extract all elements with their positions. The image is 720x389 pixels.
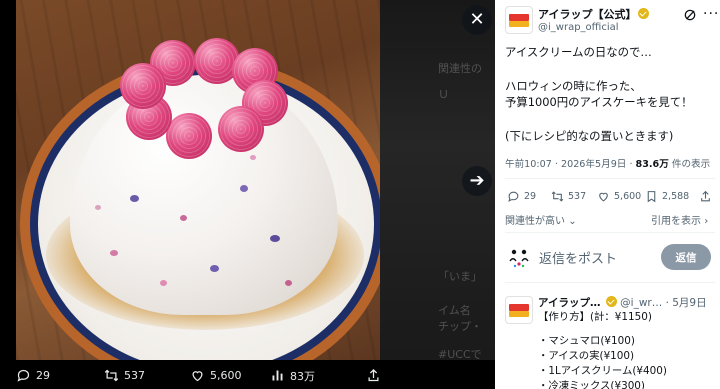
- close-viewer-button[interactable]: ✕: [462, 5, 492, 35]
- retweet-button[interactable]: 537: [551, 190, 586, 203]
- sort-relevance-dropdown[interactable]: 関連性が高い ⌄: [505, 212, 577, 227]
- sort-relevance-label: 関連性が高い: [505, 216, 565, 227]
- views-icon: [272, 370, 283, 381]
- reply-icon: [508, 191, 519, 202]
- marshmallow-6: [166, 113, 212, 159]
- reply-icon: [17, 369, 30, 382]
- viewer-share-button[interactable]: [366, 368, 381, 383]
- bookmark-button[interactable]: 2,588: [645, 190, 689, 203]
- like-count: 5,600: [614, 191, 642, 202]
- post-author-row: アイラップ【公式】 @i_wrap_official ···: [505, 4, 718, 40]
- reply-composer: 返信をポスト 返信: [505, 244, 715, 270]
- marshmallow-5: [218, 106, 264, 152]
- arrow-right-icon: ➔: [469, 170, 485, 191]
- viewer-action-bar: 29 537 5,600 83万: [0, 362, 495, 389]
- divider: [505, 282, 715, 283]
- retweet-icon: [104, 369, 119, 382]
- author-avatar[interactable]: [505, 6, 533, 34]
- user-avatar[interactable]: [507, 245, 531, 269]
- ice-cream-cake-photo[interactable]: [16, 0, 380, 360]
- reply-line-2: ・マシュマロ(¥100): [538, 335, 635, 347]
- reply-count: 29: [524, 191, 537, 202]
- post-view-count: 83.6万: [635, 159, 669, 170]
- reply-line-1: 【作り方】(計：¥1150): [538, 311, 652, 323]
- ghost-text-5: チップ・: [438, 320, 482, 333]
- close-icon: ✕: [469, 9, 485, 30]
- chevron-right-icon: ›: [704, 216, 709, 227]
- reply-line-4: ・1Lアイスクリーム(¥400): [538, 365, 667, 377]
- heart-icon: [599, 192, 608, 202]
- reply-item[interactable]: アイラップ… @i_wr… · 5月9日 【作り方】(計：¥1150) ・マシュ…: [505, 292, 715, 389]
- reply-author-row: アイラップ… @i_wr… · 5月9日: [538, 295, 707, 310]
- author-handle[interactable]: @i_wrap_official: [538, 22, 619, 33]
- divider: [505, 178, 715, 179]
- ghost-text-1: 関連性の: [438, 62, 482, 75]
- share-icon: [368, 368, 379, 382]
- reply-button[interactable]: 29: [507, 190, 536, 203]
- post-view-suffix: 件の表示: [668, 159, 711, 170]
- reply-submit-button[interactable]: 返信: [661, 244, 711, 270]
- reply-author-name[interactable]: アイラップ…: [538, 297, 600, 309]
- bookmark-count: 2,588: [662, 191, 690, 202]
- reply-line-3: ・アイスの実(¥100): [538, 350, 635, 362]
- media-viewer: 関連性の Ｕ 「いま」 イム名 チップ・ #UCCで ✕ ➔ 29 537 5,…: [0, 0, 495, 389]
- post-text-line-4: (下にレシピ的なの置いときます): [505, 128, 674, 143]
- post-detail-panel: アイラップ【公式】 @i_wrap_official ··· アイスクリームの日…: [495, 0, 720, 389]
- share-button[interactable]: [699, 190, 712, 203]
- post-action-bar: 29 537 5,600 2,588: [505, 190, 715, 208]
- divider: [505, 232, 715, 233]
- marshmallow-8: [120, 63, 166, 109]
- ghost-text-2: Ｕ: [438, 88, 449, 101]
- post-text: アイスクリームの日なので… ハロウィンの時に作った、 予算1000円のアイスケー…: [505, 44, 715, 144]
- reply-line-5: ・冷凍ミックス(¥300): [538, 380, 645, 389]
- share-icon: [701, 190, 710, 202]
- viewer-view-count: 83万: [290, 369, 315, 383]
- retweet-count: 537: [568, 191, 587, 202]
- bookmark-icon: [647, 191, 656, 203]
- ghost-text-6: #UCCで: [438, 348, 482, 361]
- next-image-button[interactable]: ➔: [462, 166, 492, 196]
- grok-icon[interactable]: [683, 8, 697, 22]
- post-text-line-3: 予算1000円のアイスケーキを見て！: [505, 95, 693, 109]
- view-quotes-label: 引用を表示: [651, 216, 701, 227]
- post-timestamp[interactable]: 午前10:07 · 2026年5月9日 ·: [505, 159, 636, 170]
- verified-badge-icon: [605, 296, 617, 307]
- post-meta: 午前10:07 · 2026年5月9日 · 83.6万 件の表示: [505, 156, 710, 170]
- viewer-reply-button[interactable]: 29: [16, 368, 50, 383]
- viewer-views-button[interactable]: 83万: [270, 368, 315, 384]
- ghost-text-4: イム名: [438, 304, 471, 317]
- like-button[interactable]: 5,600: [597, 190, 641, 203]
- view-quotes-link[interactable]: 引用を表示 ›: [651, 212, 708, 227]
- viewer-reply-count: 29: [36, 369, 50, 382]
- reply-author-avatar[interactable]: [505, 296, 533, 324]
- post-text-line-2: ハロウィンの時に作った、: [505, 78, 642, 93]
- ghost-text-3: 「いま」: [438, 270, 482, 283]
- post-text-line-1: アイスクリームの日なので…: [505, 45, 652, 59]
- heart-icon: [192, 371, 203, 382]
- reply-meta: @i_wr… · 5月9日: [620, 297, 707, 309]
- viewer-retweet-button[interactable]: 537: [104, 368, 145, 383]
- reply-text: 【作り方】(計：¥1150) ・マシュマロ(¥100) ・アイスの実(¥100)…: [538, 310, 718, 389]
- author-name: アイラップ【公式】: [538, 8, 637, 21]
- viewer-retweet-count: 537: [124, 369, 145, 382]
- viewer-like-button[interactable]: 5,600: [190, 368, 242, 383]
- viewer-like-count: 5,600: [210, 369, 242, 382]
- more-options-icon[interactable]: ···: [703, 7, 719, 21]
- retweet-icon: [551, 191, 564, 202]
- verified-badge-icon: [638, 8, 650, 19]
- reply-input[interactable]: 返信をポスト: [539, 248, 617, 267]
- author-name-row[interactable]: アイラップ【公式】: [538, 6, 650, 22]
- chevron-down-icon: ⌄: [568, 216, 577, 227]
